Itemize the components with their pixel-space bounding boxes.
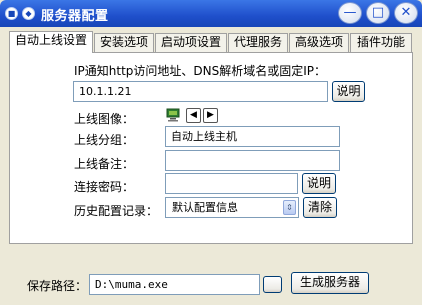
ip-address-input[interactable]: 10.1.1.21 (73, 81, 328, 102)
prev-image-button[interactable]: ◀ (186, 108, 201, 123)
ip-help-button[interactable]: 说明 (332, 81, 365, 102)
generate-server-button[interactable]: 生成服务器 (291, 272, 369, 294)
online-group-input[interactable]: 自动上线主机 (165, 126, 340, 147)
tab-advanced-options[interactable]: 高级选项 (289, 33, 349, 52)
chevron-down-icon[interactable]: ⇕ (283, 200, 296, 215)
auto-online-panel: IP通知http访问地址、DNS解析域名或固定IP： 10.1.1.21 说明 … (9, 52, 413, 244)
password-label: 连接密码： (74, 180, 135, 194)
computer-icon (166, 108, 180, 122)
title-bar: ■ ◆ 服务器配置 — □ ✕ (0, 0, 422, 27)
tab-install-options[interactable]: 安装选项 (94, 33, 154, 52)
rollup-icon[interactable]: ◆ (22, 7, 35, 20)
save-path-label: 保存路径： (27, 279, 88, 293)
ip-notice-label: IP通知http访问地址、DNS解析域名或固定IP： (74, 64, 327, 78)
maximize-button[interactable]: □ (366, 2, 390, 24)
password-input[interactable] (165, 173, 298, 194)
system-menu-icon[interactable]: ■ (5, 7, 18, 20)
online-group-label: 上线分组： (74, 133, 135, 147)
history-selected-value: 默认配置信息 (172, 201, 238, 214)
online-remark-input[interactable] (165, 150, 340, 171)
clear-history-button[interactable]: 清除 (303, 197, 337, 218)
save-path-input[interactable]: D:\muma.exe (89, 274, 260, 295)
browse-button[interactable] (263, 276, 282, 293)
next-image-button[interactable]: ▶ (203, 108, 218, 123)
tab-proxy-service[interactable]: 代理服务 (228, 33, 288, 52)
tab-startup-settings[interactable]: 启动项设置 (155, 33, 227, 52)
password-help-button[interactable]: 说明 (302, 173, 336, 194)
tab-plugins[interactable]: 插件功能 (350, 33, 412, 52)
tab-auto-online[interactable]: 自动上线设置 (9, 31, 93, 53)
history-label: 历史配置记录： (74, 204, 159, 218)
history-select[interactable]: 默认配置信息 ⇕ (165, 197, 299, 218)
close-button[interactable]: ✕ (394, 2, 418, 24)
minimize-button[interactable]: — (338, 2, 362, 24)
online-remark-label: 上线备注： (74, 157, 135, 171)
online-image-label: 上线图像： (74, 112, 135, 126)
window-title: 服务器配置 (41, 9, 109, 24)
